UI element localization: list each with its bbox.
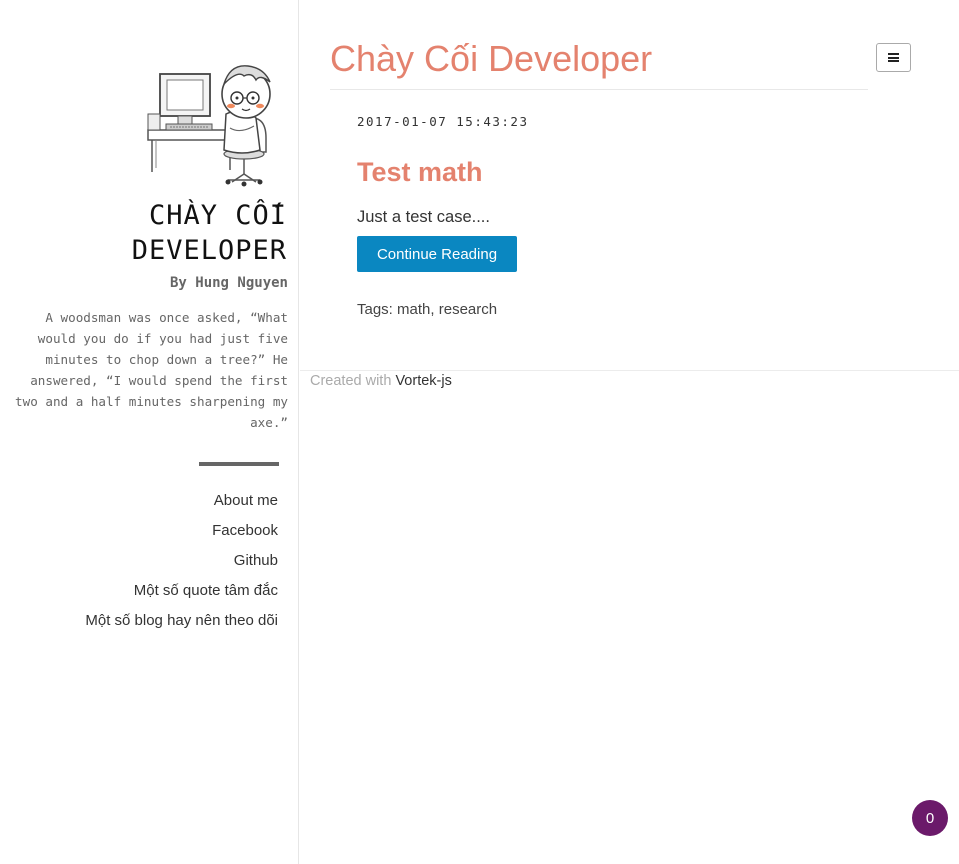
post-tags: Tags: math, research bbox=[357, 301, 497, 318]
continue-reading-button[interactable]: Continue Reading bbox=[357, 236, 517, 272]
post-date: 2017-01-07 15:43:23 bbox=[357, 114, 529, 129]
page-title[interactable]: Chày Cối Developer bbox=[330, 38, 652, 80]
site-name: CHÀY CỐI DEVELOPER bbox=[131, 200, 287, 266]
post-title[interactable]: Test math bbox=[357, 157, 483, 188]
tag-link-research[interactable]: research bbox=[439, 301, 497, 318]
sidebar-divider bbox=[199, 462, 279, 466]
sidebar: CHÀY CỐI DEVELOPER By Hung Nguyen A wood… bbox=[0, 0, 299, 864]
notification-count-badge[interactable]: 0 bbox=[912, 800, 948, 836]
tag-separator: , bbox=[430, 301, 439, 318]
post-excerpt: Just a test case.... bbox=[357, 208, 490, 226]
sidebar-nav: About me Facebook Github Một số quote tâ… bbox=[85, 486, 278, 636]
tags-label: Tags: bbox=[357, 301, 393, 318]
hamburger-icon bbox=[888, 53, 899, 62]
footer: Created with Vortek-js bbox=[310, 373, 452, 389]
nav-link-blogs[interactable]: Một số blog hay nên theo dõi bbox=[85, 606, 278, 636]
title-divider bbox=[330, 89, 868, 90]
footer-divider bbox=[300, 370, 959, 371]
author-byline: By Hung Nguyen bbox=[169, 275, 288, 291]
nav-link-quotes[interactable]: Một số quote tâm đắc bbox=[85, 576, 278, 606]
nav-link-github[interactable]: Github bbox=[85, 546, 278, 576]
tag-link-math[interactable]: math bbox=[397, 301, 430, 318]
avatar bbox=[147, 65, 271, 187]
nav-link-facebook[interactable]: Facebook bbox=[85, 516, 278, 546]
footer-created-with: Created with bbox=[310, 373, 392, 389]
menu-button[interactable] bbox=[876, 43, 911, 72]
sidebar-quote: A woodsman was once asked, “What would y… bbox=[15, 310, 288, 430]
footer-vortek-link[interactable]: Vortek-js bbox=[395, 373, 451, 389]
nav-link-about-me[interactable]: About me bbox=[85, 486, 278, 516]
